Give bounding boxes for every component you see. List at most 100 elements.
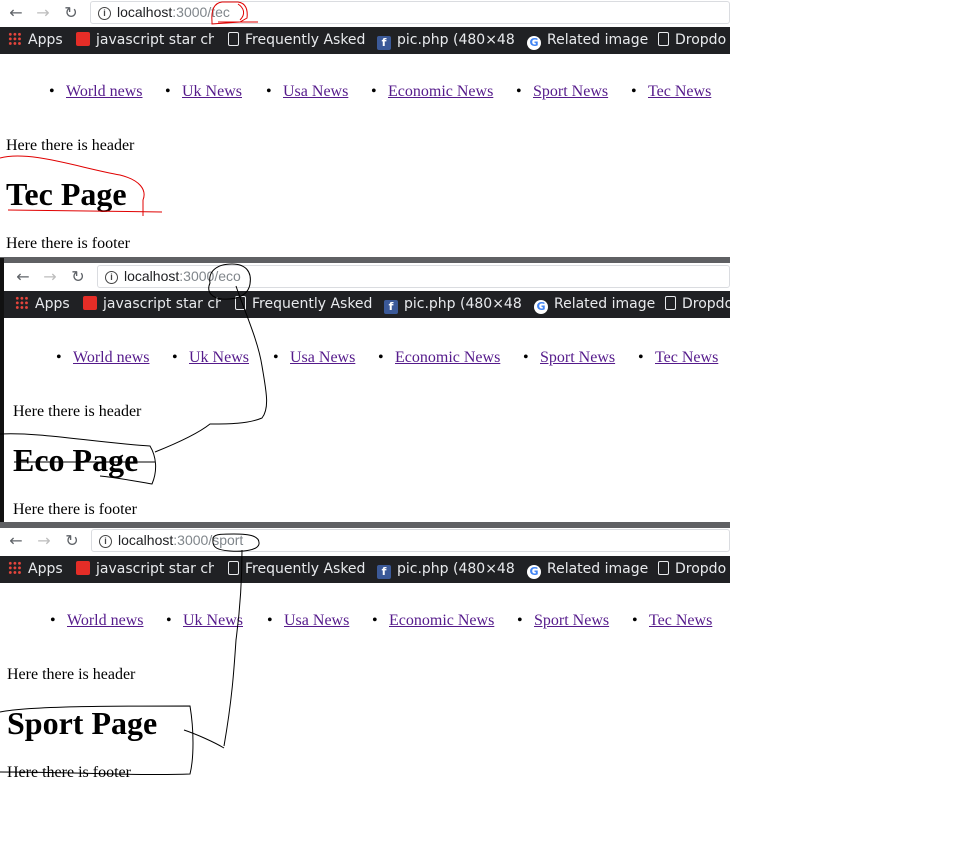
nav-item-sport: Sport News bbox=[517, 612, 609, 630]
forward-arrow-icon[interactable]: → bbox=[40, 267, 60, 287]
nav-link-sport[interactable]: Sport News bbox=[533, 83, 608, 100]
reload-icon[interactable]: ↻ bbox=[68, 267, 88, 287]
url-host: localhost bbox=[124, 268, 180, 284]
bookmarks-bar: Apps javascript star ch Frequently Asked… bbox=[0, 556, 730, 583]
address-bar[interactable]: i localhost:3000/eco bbox=[97, 265, 730, 288]
back-arrow-icon[interactable]: ← bbox=[6, 3, 26, 23]
footer-text: Here there is footer bbox=[7, 764, 131, 781]
bookmark-youtube[interactable]: javascript star ch bbox=[76, 27, 214, 54]
url-host: localhost bbox=[117, 4, 173, 20]
nav-link-uk[interactable]: Uk News bbox=[183, 612, 243, 629]
apps-grid-icon bbox=[8, 32, 22, 46]
header-text: Here there is header bbox=[7, 666, 136, 683]
apps-grid-icon bbox=[15, 296, 29, 310]
bookmarks-bar: Apps javascript star ch Frequently Asked… bbox=[0, 27, 730, 54]
bookmark-label: Related image bbox=[547, 561, 649, 577]
url-port: :3000 bbox=[172, 4, 208, 20]
bookmark-related[interactable]: G Related image bbox=[527, 556, 648, 583]
bookmark-dropdown[interactable]: Dropdo bbox=[658, 556, 726, 583]
nav-item-eco: Economic News bbox=[378, 349, 500, 367]
browser-screenshot-tec: ← → ↻ i localhost:3000/tec Apps javascrip… bbox=[0, 0, 730, 258]
bookmark-apps[interactable]: Apps bbox=[8, 27, 63, 54]
back-arrow-icon[interactable]: ← bbox=[13, 267, 33, 287]
nav-link-tec[interactable]: Tec News bbox=[648, 83, 711, 100]
reload-icon[interactable]: ↻ bbox=[62, 531, 82, 551]
facebook-icon: f bbox=[377, 36, 391, 50]
nav-link-eco[interactable]: Economic News bbox=[388, 83, 493, 100]
reload-icon[interactable]: ↻ bbox=[61, 3, 81, 23]
browser-toolbar: ← → ↻ i localhost:3000/eco bbox=[4, 264, 730, 290]
youtube-icon bbox=[76, 32, 90, 46]
nav-link-sport[interactable]: Sport News bbox=[534, 612, 609, 629]
bookmark-pic[interactable]: f pic.php (480×480 bbox=[377, 27, 515, 54]
nav-link-eco[interactable]: Economic News bbox=[389, 612, 494, 629]
forward-arrow-icon[interactable]: → bbox=[34, 531, 54, 551]
bookmark-label: javascript star ch bbox=[96, 561, 214, 577]
bookmark-label: Frequently Asked bbox=[252, 296, 373, 312]
document-icon bbox=[228, 32, 239, 46]
document-icon bbox=[658, 561, 669, 575]
nav-link-world[interactable]: World news bbox=[73, 349, 149, 366]
bookmark-youtube[interactable]: javascript star ch bbox=[83, 291, 221, 318]
header-text: Here there is header bbox=[6, 137, 135, 154]
address-bar[interactable]: i localhost:3000/sport bbox=[91, 529, 730, 552]
back-arrow-icon[interactable]: ← bbox=[6, 531, 26, 551]
browser-screenshot-eco: ← → ↻ i localhost:3000/eco Apps javascrip… bbox=[0, 264, 730, 522]
nav-link-sport[interactable]: Sport News bbox=[540, 349, 615, 366]
bookmark-label: Dropdo bbox=[675, 32, 727, 48]
bookmark-related[interactable]: G Related image bbox=[534, 291, 655, 318]
footer-text: Here there is footer bbox=[6, 235, 130, 252]
info-icon[interactable]: i bbox=[98, 6, 111, 20]
bookmark-apps[interactable]: Apps bbox=[15, 291, 70, 318]
nav-link-world[interactable]: World news bbox=[66, 83, 142, 100]
nav-item-sport: Sport News bbox=[523, 349, 615, 367]
page-title: Eco Page bbox=[13, 442, 139, 478]
bookmark-faq[interactable]: Frequently Asked bbox=[228, 556, 366, 583]
bookmark-label: Apps bbox=[35, 296, 70, 312]
bookmark-related[interactable]: G Related image bbox=[527, 27, 648, 54]
bookmark-apps[interactable]: Apps bbox=[8, 556, 63, 583]
nav-link-usa[interactable]: Usa News bbox=[283, 83, 348, 100]
bookmark-label: Apps bbox=[28, 32, 63, 48]
info-icon[interactable]: i bbox=[105, 270, 118, 284]
bookmark-label: Related image bbox=[554, 296, 656, 312]
nav-item-usa: Usa News bbox=[266, 83, 348, 101]
bookmark-label: Dropdo bbox=[675, 561, 727, 577]
google-icon: G bbox=[534, 300, 548, 314]
bookmark-faq[interactable]: Frequently Asked bbox=[228, 27, 366, 54]
bookmark-pic[interactable]: f pic.php (480×480 bbox=[377, 556, 515, 583]
window-edge bbox=[0, 258, 4, 522]
url-path: /tec bbox=[207, 4, 230, 20]
footer-text: Here there is footer bbox=[13, 501, 137, 518]
facebook-icon: f bbox=[384, 300, 398, 314]
browser-toolbar: ← → ↻ i localhost:3000/sport bbox=[0, 528, 730, 554]
nav-link-uk[interactable]: Uk News bbox=[189, 349, 249, 366]
youtube-icon bbox=[83, 296, 97, 310]
info-icon[interactable]: i bbox=[99, 534, 112, 548]
nav-link-uk[interactable]: Uk News bbox=[182, 83, 242, 100]
nav-link-usa[interactable]: Usa News bbox=[290, 349, 355, 366]
bookmark-pic[interactable]: f pic.php (480×480 bbox=[384, 291, 522, 318]
bookmark-dropdown[interactable]: Dropdo bbox=[658, 27, 726, 54]
youtube-icon bbox=[76, 561, 90, 575]
screenshot-divider bbox=[0, 257, 730, 263]
nav-link-tec[interactable]: Tec News bbox=[655, 349, 718, 366]
bookmark-dropdown[interactable]: Dropdo bbox=[665, 291, 730, 318]
nav-item-eco: Economic News bbox=[372, 612, 494, 630]
nav-link-eco[interactable]: Economic News bbox=[395, 349, 500, 366]
bookmark-label: Dropdo bbox=[682, 296, 730, 312]
bookmark-faq[interactable]: Frequently Asked bbox=[235, 291, 373, 318]
nav-item-sport: Sport News bbox=[516, 83, 608, 101]
nav-link-usa[interactable]: Usa News bbox=[284, 612, 349, 629]
bookmark-youtube[interactable]: javascript star ch bbox=[76, 556, 214, 583]
facebook-icon: f bbox=[377, 565, 391, 579]
browser-toolbar: ← → ↻ i localhost:3000/tec bbox=[0, 0, 730, 26]
apps-grid-icon bbox=[8, 561, 22, 575]
forward-arrow-icon[interactable]: → bbox=[33, 3, 53, 23]
nav-link-tec[interactable]: Tec News bbox=[649, 612, 712, 629]
nav-item-tec: Tec News bbox=[632, 612, 712, 630]
document-icon bbox=[235, 296, 246, 310]
address-bar[interactable]: i localhost:3000/tec bbox=[90, 1, 730, 24]
nav-link-world[interactable]: World news bbox=[67, 612, 143, 629]
nav-item-usa: Usa News bbox=[273, 349, 355, 367]
